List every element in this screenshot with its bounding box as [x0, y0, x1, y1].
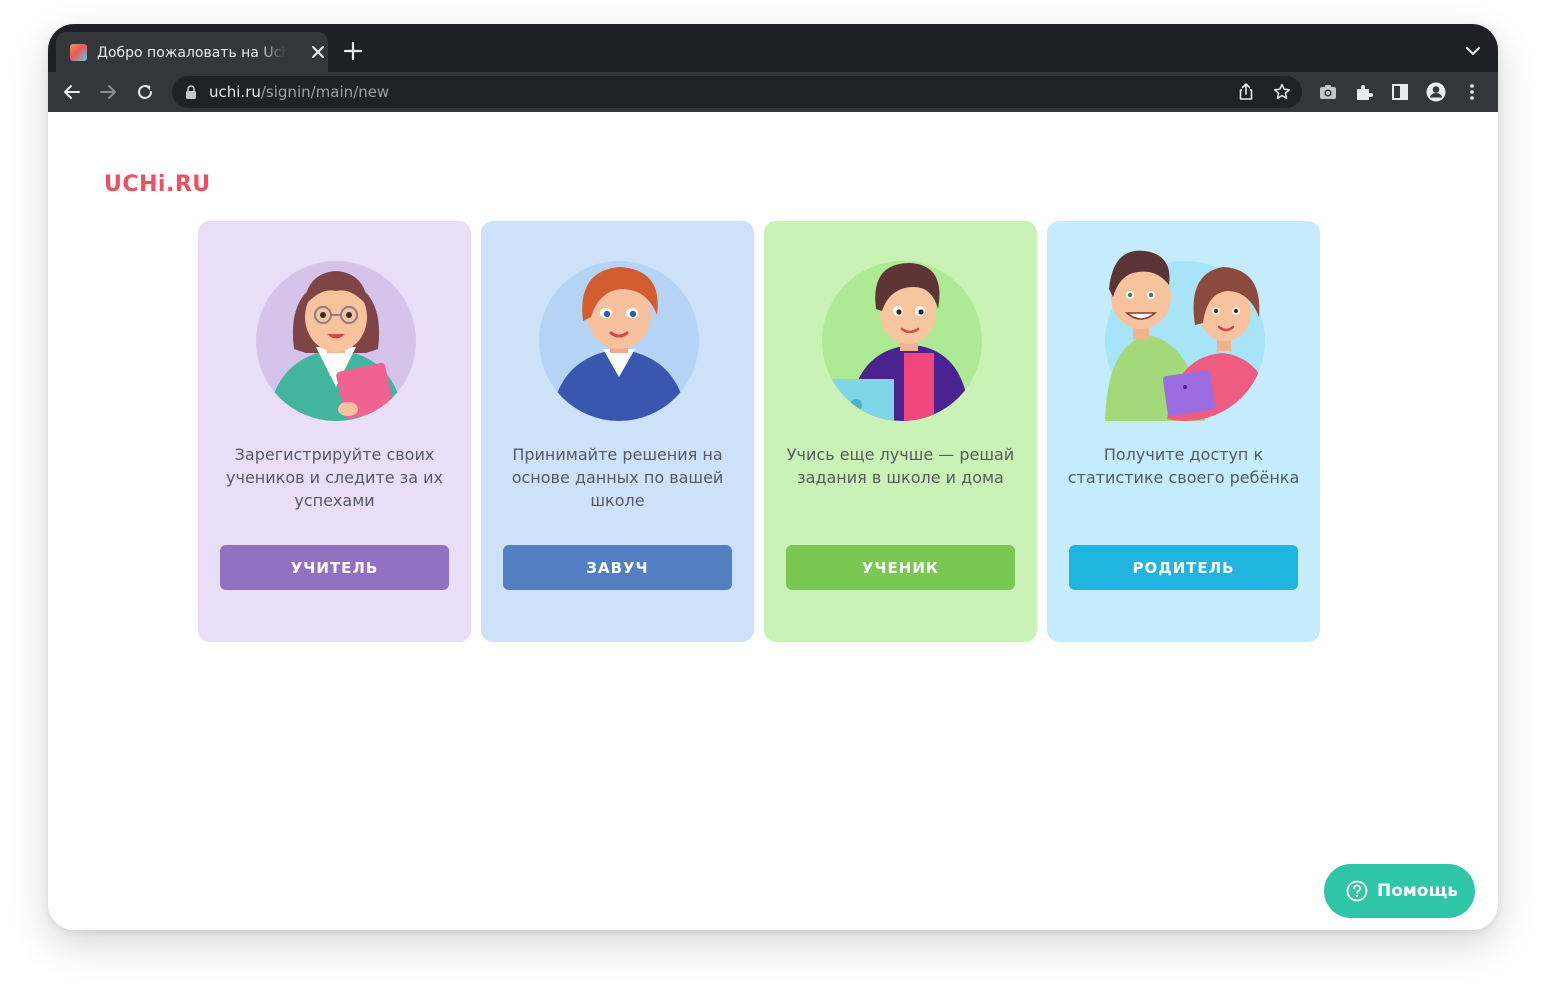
teacher-button[interactable]: УЧИТЕЛЬ: [220, 545, 449, 590]
card-description: Учись еще лучше — решай задания в школе …: [786, 445, 1015, 487]
student-illustration-icon: [822, 261, 982, 421]
star-icon[interactable]: [1272, 82, 1292, 102]
teacher-illustration-icon: [256, 261, 416, 421]
card-description: Получите доступ к статистике своего ребё…: [1067, 445, 1300, 487]
role-card-parent: Получите доступ к статистике своего ребё…: [1047, 221, 1320, 642]
uchi-logo[interactable]: UCHi.RU: [104, 172, 211, 197]
browser-tab[interactable]: Добро пожаловать на Uchi.ru: [56, 32, 328, 72]
tab-strip: Добро пожаловать на Uchi.ru: [48, 24, 1498, 72]
help-label: Помощь: [1377, 881, 1459, 901]
chevron-down-icon[interactable]: [1464, 42, 1482, 60]
role-card-teacher: Зарегистрируйте своих учеников и следите…: [198, 221, 471, 642]
share-icon[interactable]: [1236, 82, 1256, 102]
more-vert-icon[interactable]: [1462, 82, 1482, 102]
url-text[interactable]: uchi.ru/signin/main/new: [209, 82, 389, 102]
side-panel-icon[interactable]: [1390, 82, 1410, 102]
address-bar[interactable]: uchi.ru/signin/main/new: [172, 76, 1302, 108]
url-host: uchi.ru: [209, 83, 261, 101]
card-description: Принимайте решения на основе данных по в…: [511, 445, 724, 510]
url-path: /signin/main/new: [260, 83, 390, 101]
role-card-head-teacher: Принимайте решения на основе данных по в…: [481, 221, 754, 642]
card-description: Зарегистрируйте своих учеников и следите…: [226, 445, 443, 510]
forward-arrow-icon[interactable]: [98, 82, 118, 102]
head-teacher-illustration-icon: [539, 261, 699, 421]
extensions-puzzle-icon[interactable]: [1354, 82, 1374, 102]
parent-button[interactable]: РОДИТЕЛЬ: [1069, 545, 1298, 590]
student-button[interactable]: УЧЕНИК: [786, 545, 1015, 590]
browser-toolbar: uchi.ru/signin/main/new: [48, 72, 1498, 112]
parent-illustration-icon: [1105, 250, 1265, 421]
head-teacher-button[interactable]: ЗАВУЧ: [503, 545, 732, 590]
help-button[interactable]: Помощь: [1324, 864, 1475, 918]
favicon-icon: [70, 44, 87, 61]
question-circle-icon: [1346, 880, 1368, 902]
reload-icon[interactable]: [135, 82, 155, 102]
back-arrow-icon[interactable]: [62, 82, 82, 102]
tab-title: Добро пожаловать на Uchi.ru: [97, 45, 287, 61]
lock-icon: [186, 85, 196, 99]
new-tab-icon[interactable]: [342, 40, 364, 62]
role-card-student: Учись еще лучше — решай задания в школе …: [764, 221, 1037, 642]
browser-window: Добро пожаловать на Uchi.ru: [48, 24, 1498, 930]
camera-icon[interactable]: [1318, 82, 1338, 102]
profile-avatar-icon[interactable]: [1426, 82, 1446, 102]
close-icon[interactable]: [308, 42, 328, 62]
page-content: UCHi.RU Зарегистрируйте своих учеников и…: [48, 112, 1498, 930]
